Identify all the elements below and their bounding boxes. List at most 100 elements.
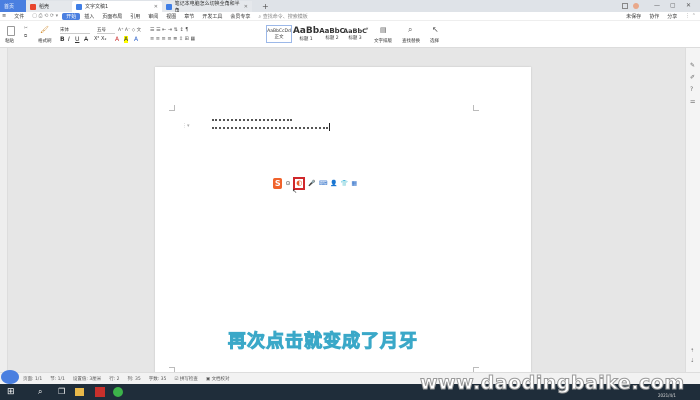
tab-daoke[interactable]: 稻壳 [26,1,72,12]
edit-icon[interactable]: ✎ [690,62,695,69]
spell-check-label: 拼写检查 [179,376,198,382]
style-gallery-more-icon[interactable]: ▾ [366,27,368,32]
text-layout-icon[interactable]: ▤ [380,26,387,34]
align-icons[interactable]: ≡ ≡ ≡ ≡ ≣ ⇳ ⊞ ▦ [150,36,195,42]
network-speed-badge[interactable] [1,370,19,384]
mic-icon[interactable]: 🎤 [308,180,315,187]
sogou-logo-icon[interactable]: S [273,177,283,189]
paste-label[interactable]: 粘贴 [5,38,14,44]
menu-developer[interactable]: 开发工具 [198,13,226,20]
tab-web[interactable]: 笔记本电脑怎么切换全角和半角 ✕ [162,1,252,14]
style-heading2-label: 标题 2 [325,36,339,41]
grid-icon[interactable]: ▦ [351,180,357,187]
style-heading3[interactable]: AaBbC 标题 3 [343,25,367,43]
select-icon[interactable]: ↖ [432,25,439,34]
find-replace-icon[interactable]: ⌕ [408,25,412,35]
style-normal[interactable]: AaBbCcDd 正文 [266,25,292,43]
windows-start-icon[interactable]: ⊞ [7,387,15,397]
format-painter-icon[interactable]: 🖌 [40,26,49,34]
text-layout-label[interactable]: 文字排版 [374,38,392,44]
status-page[interactable]: 页面: 1/1 [23,376,42,382]
paste-icon[interactable] [7,26,15,36]
ime-toolbar[interactable]: S ⊙ ◐ 🎤 ⌨ 👤 👕 ▦ [273,176,357,190]
format-painter-label[interactable]: 格式刷 [38,38,52,44]
pen-icon[interactable]: ✐ [690,74,695,81]
tab-daoke-label: 稻壳 [39,4,50,10]
hamburger-icon[interactable]: ≡ [0,13,10,19]
new-tab-button[interactable]: + [258,1,269,12]
menu-chapter[interactable]: 章节 [180,13,198,20]
menu-review[interactable]: 审阅 [144,13,162,20]
more-icon[interactable]: ⋮ ⌃ [681,13,700,19]
maximize-icon[interactable]: ▢ [670,2,676,9]
text-line-2[interactable] [212,127,328,129]
daoke-icon [30,3,36,10]
file-explorer-icon[interactable] [75,388,84,396]
wps-icon[interactable] [95,387,105,397]
minimize-icon[interactable]: — [654,2,660,9]
user-icon[interactable]: 👤 [330,180,337,187]
bold-icon[interactable]: B [60,36,65,43]
keyboard-icon[interactable]: ⌨ [319,180,328,187]
font-grow-icons[interactable]: A⁺ A⁻ ◇ 文 [118,27,141,33]
menu-bar: ≡ 文件 ▢ ⎙ ⟲ ⟳ ▾ 开始 插入 页面布局 引用 审阅 视图 章节 开发… [0,12,700,21]
help-icon[interactable]: ? [690,86,693,93]
window-close-icon[interactable]: ✕ [686,2,691,9]
close-icon[interactable]: ✕ [244,4,248,10]
menu-view[interactable]: 视图 [162,13,180,20]
copy-icon[interactable]: ⧉ [24,33,27,39]
share-button[interactable]: 分享 [663,13,681,20]
style-heading2[interactable]: AaBbC 标题 2 [318,25,346,43]
scroll-up-icon[interactable]: ⇡ [690,348,694,354]
quick-access-icons[interactable]: ▢ ⎙ ⟲ ⟳ ▾ [28,13,62,19]
doc-proof-label: 文档校对 [211,376,230,382]
style-normal-label: 正文 [274,34,284,40]
status-settings[interactable]: 设置值: 3厘米 [73,376,101,382]
close-icon[interactable]: ✕ [154,4,158,10]
doc-proof[interactable]: ▣ 文档校对 [206,376,230,382]
status-words[interactable]: 字数: 35 [149,376,167,382]
unsaved-status[interactable]: 未保存 [622,13,645,20]
spell-check[interactable]: ☑ 拼写检查 [174,376,197,382]
menu-references[interactable]: 引用 [126,13,144,20]
font-family-select[interactable]: 宋体 [60,27,90,34]
select-label[interactable]: 选择 [430,38,439,44]
tab-document[interactable]: 文字文稿1 ✕ [72,1,162,12]
italic-icon[interactable]: I [68,36,70,43]
list-icons[interactable]: ☰ ☰ ⇤ ⇥ ⇅ ↕ ¶ [150,27,188,33]
underline-icon[interactable]: U [75,36,79,43]
settings-sliders-icon[interactable]: ⚌ [690,98,695,105]
superscript-icon[interactable]: X² X₂ [94,36,106,42]
punctuation-icon[interactable]: ⊙ [285,180,290,187]
tab-home[interactable]: 首页 [0,0,26,12]
search-icon: ⌕ [258,13,262,20]
task-view-icon[interactable]: ❒ [58,387,65,396]
menu-insert[interactable]: 插入 [80,13,98,20]
cut-icon[interactable]: ✂ [24,26,28,31]
font-size-select[interactable]: 五号 [97,27,115,34]
menu-home[interactable]: 开始 [62,12,81,20]
search-icon[interactable]: ⌕ [38,387,42,397]
skin-icon[interactable]: 👕 [341,180,348,187]
font-color-icon[interactable]: A [115,36,119,43]
search-command[interactable]: ⌕ 查找命令、搜索模板 [254,13,311,20]
menu-member[interactable]: 会员专享 [226,13,254,20]
scroll-down-icon[interactable]: ⇣ [690,358,694,364]
status-section[interactable]: 节: 1/1 [50,376,65,382]
menu-file[interactable]: 文件 [10,13,28,20]
style-heading3-preview: AaBbC [343,27,367,35]
document-icon [76,3,82,10]
find-replace-label[interactable]: 查找替换 [402,38,420,44]
menu-page-layout[interactable]: 页面布局 [98,13,126,20]
text-effect-icon[interactable]: A [134,36,138,43]
wechat-icon[interactable] [113,387,123,397]
style-heading1[interactable]: AaBb 标题 1 [293,25,319,43]
strikethrough-icon[interactable]: A̶ [84,36,88,43]
paragraph-handle-icon[interactable]: ⋮▾ [182,123,190,129]
window-layout-icon[interactable] [622,3,628,9]
vertical-ruler [0,48,8,372]
collaborate-button[interactable]: 协作 [645,13,663,20]
avatar[interactable] [633,3,639,9]
text-line-1[interactable] [212,119,292,121]
highlight-icon[interactable]: A [124,36,129,43]
